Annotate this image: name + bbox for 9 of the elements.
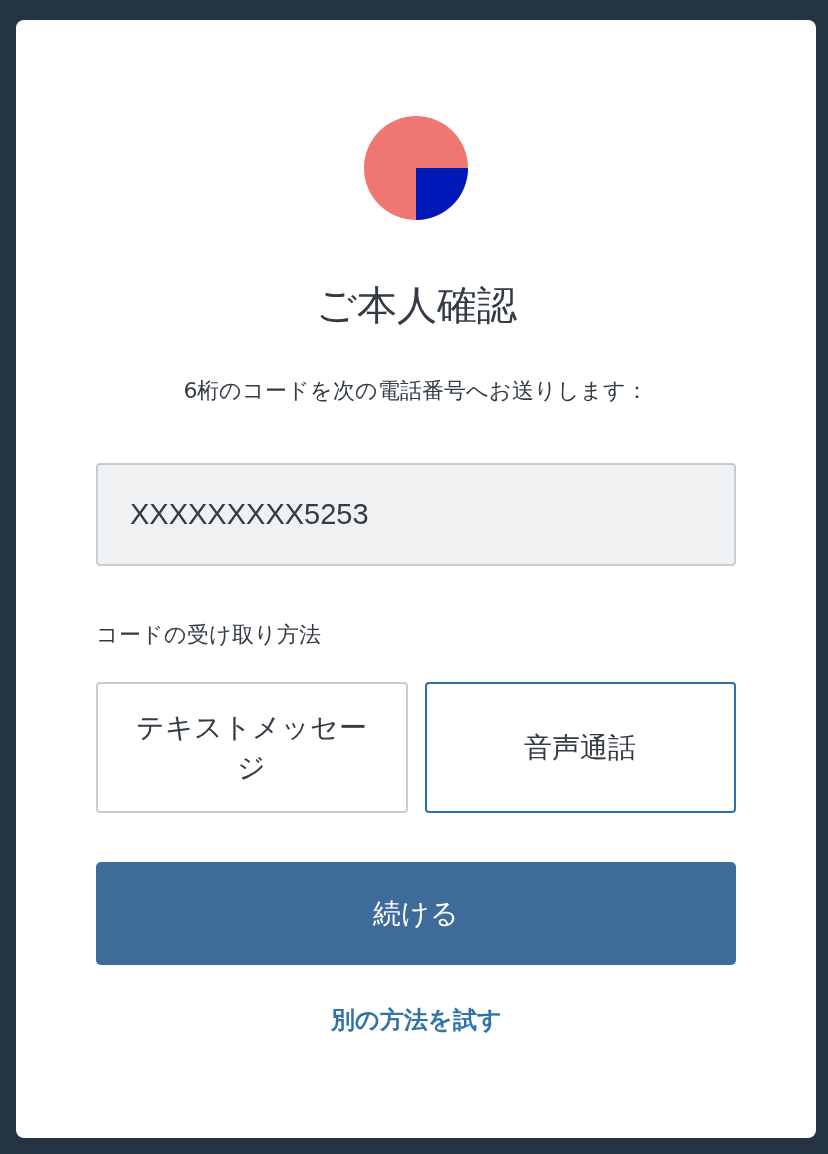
continue-button[interactable]: 続ける (96, 862, 736, 965)
page-title: ご本人確認 (315, 281, 517, 330)
delivery-option-button[interactable]: 音声通話 (424, 682, 736, 813)
delivery-method-label: コードの受け取り方法 (96, 621, 321, 649)
instruction-text: 6桁のコードを次の電話番号へお送りします： (183, 377, 649, 405)
logo-icon (364, 116, 468, 220)
alternate-method-link[interactable]: 別の方法を試す (330, 1003, 502, 1037)
phone-number-field[interactable]: XXXXXXXXX5253 (96, 463, 736, 566)
delivery-option-button[interactable]: テキストメッセージ (96, 682, 408, 813)
